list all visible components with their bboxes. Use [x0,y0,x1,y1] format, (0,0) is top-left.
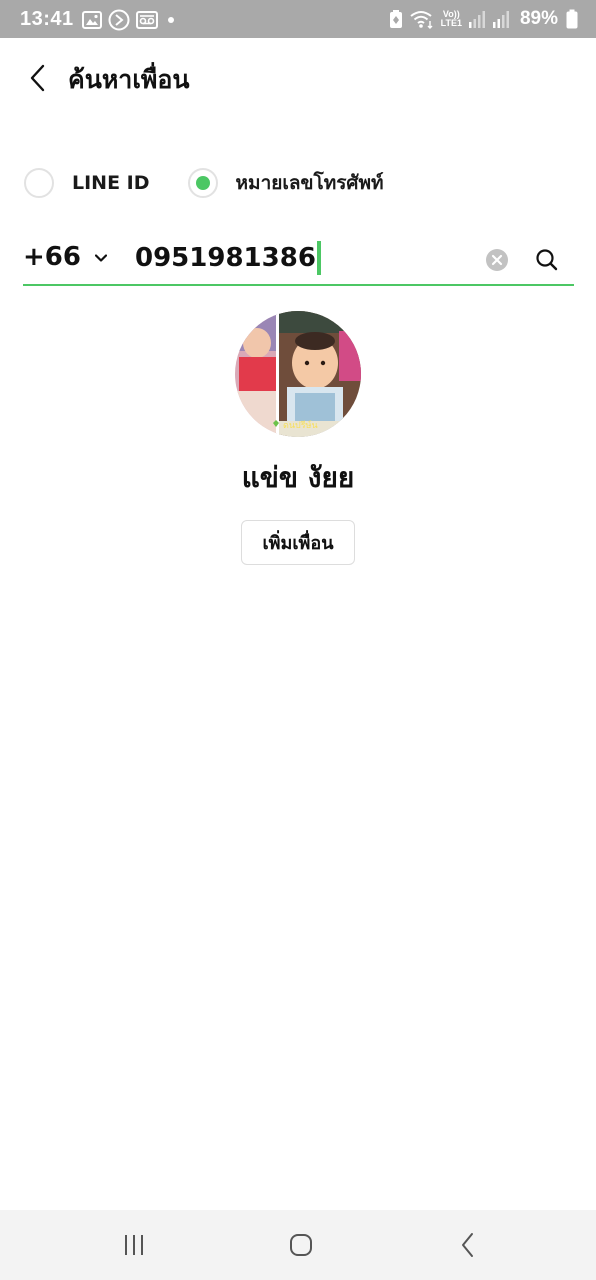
phone-number-value: 0951981386 [135,243,316,273]
radio-line-id-circle[interactable] [24,168,54,198]
chevron-down-icon [94,254,107,262]
gallery-icon [82,11,102,29]
friend-avatar[interactable]: ดนปรีษ์น [235,311,361,437]
lte-label: LTE1 [440,18,462,28]
dot-icon [164,13,178,27]
back-arrow-icon [28,63,48,93]
country-code-value: +66 [23,242,81,272]
recent-apps-button[interactable] [116,1227,152,1263]
battery-icon [566,9,578,29]
search-icon [533,246,561,274]
radio-line-id-label: LINE ID [72,172,150,194]
nav-back-button[interactable] [450,1227,486,1263]
friend-name: แข่ข งัยย [241,461,355,494]
signal-icon [468,9,486,29]
search-button[interactable] [533,246,561,274]
voicemail-icon [136,11,158,29]
status-time: 13:41 [20,8,74,30]
add-friend-button[interactable]: เพิ่มเพื่อน [241,520,355,565]
header: ค้นหาเพื่อน [0,38,596,118]
navigation-bar [0,1210,596,1280]
clear-input-button[interactable] [485,248,509,272]
radio-phone-number[interactable]: หมายเลขโทรศัพท์ [187,168,384,198]
back-button[interactable] [18,58,58,98]
phone-search-row: +66 0951981386 [23,236,574,286]
avatar-caption: ดนปรีษ์น [283,419,318,431]
home-icon [288,1232,314,1258]
country-code-dropdown[interactable]: +66 [23,242,107,272]
radio-line-id[interactable]: LINE ID [24,168,150,198]
search-type-options: LINE ID หมายเลขโทรศัพท์ [24,166,384,200]
text-caret [316,241,321,275]
radio-phone-number-circle[interactable] [187,168,218,198]
battery-saver-icon [389,9,403,29]
radio-phone-number-label: หมายเลขโทรศัพท์ [235,172,384,194]
page-title: ค้นหาเพื่อน [68,65,190,94]
play-circle-icon [108,9,130,31]
battery-percent: 89% [519,8,558,29]
volte-lte-icon: Vo)) LTE1 [441,10,462,28]
phone-number-input[interactable]: 0951981386 [135,240,321,276]
wifi-icon [409,9,435,29]
home-button[interactable] [283,1227,319,1263]
status-left-icons [82,9,178,31]
recent-apps-icon [121,1233,147,1257]
clear-icon [485,248,509,272]
status-right-icons: Vo)) LTE1 89% [389,7,578,31]
nav-back-icon [458,1231,478,1259]
signal-icon [492,9,510,29]
status-bar: 13:41 Vo)) LTE1 89% [0,0,596,38]
